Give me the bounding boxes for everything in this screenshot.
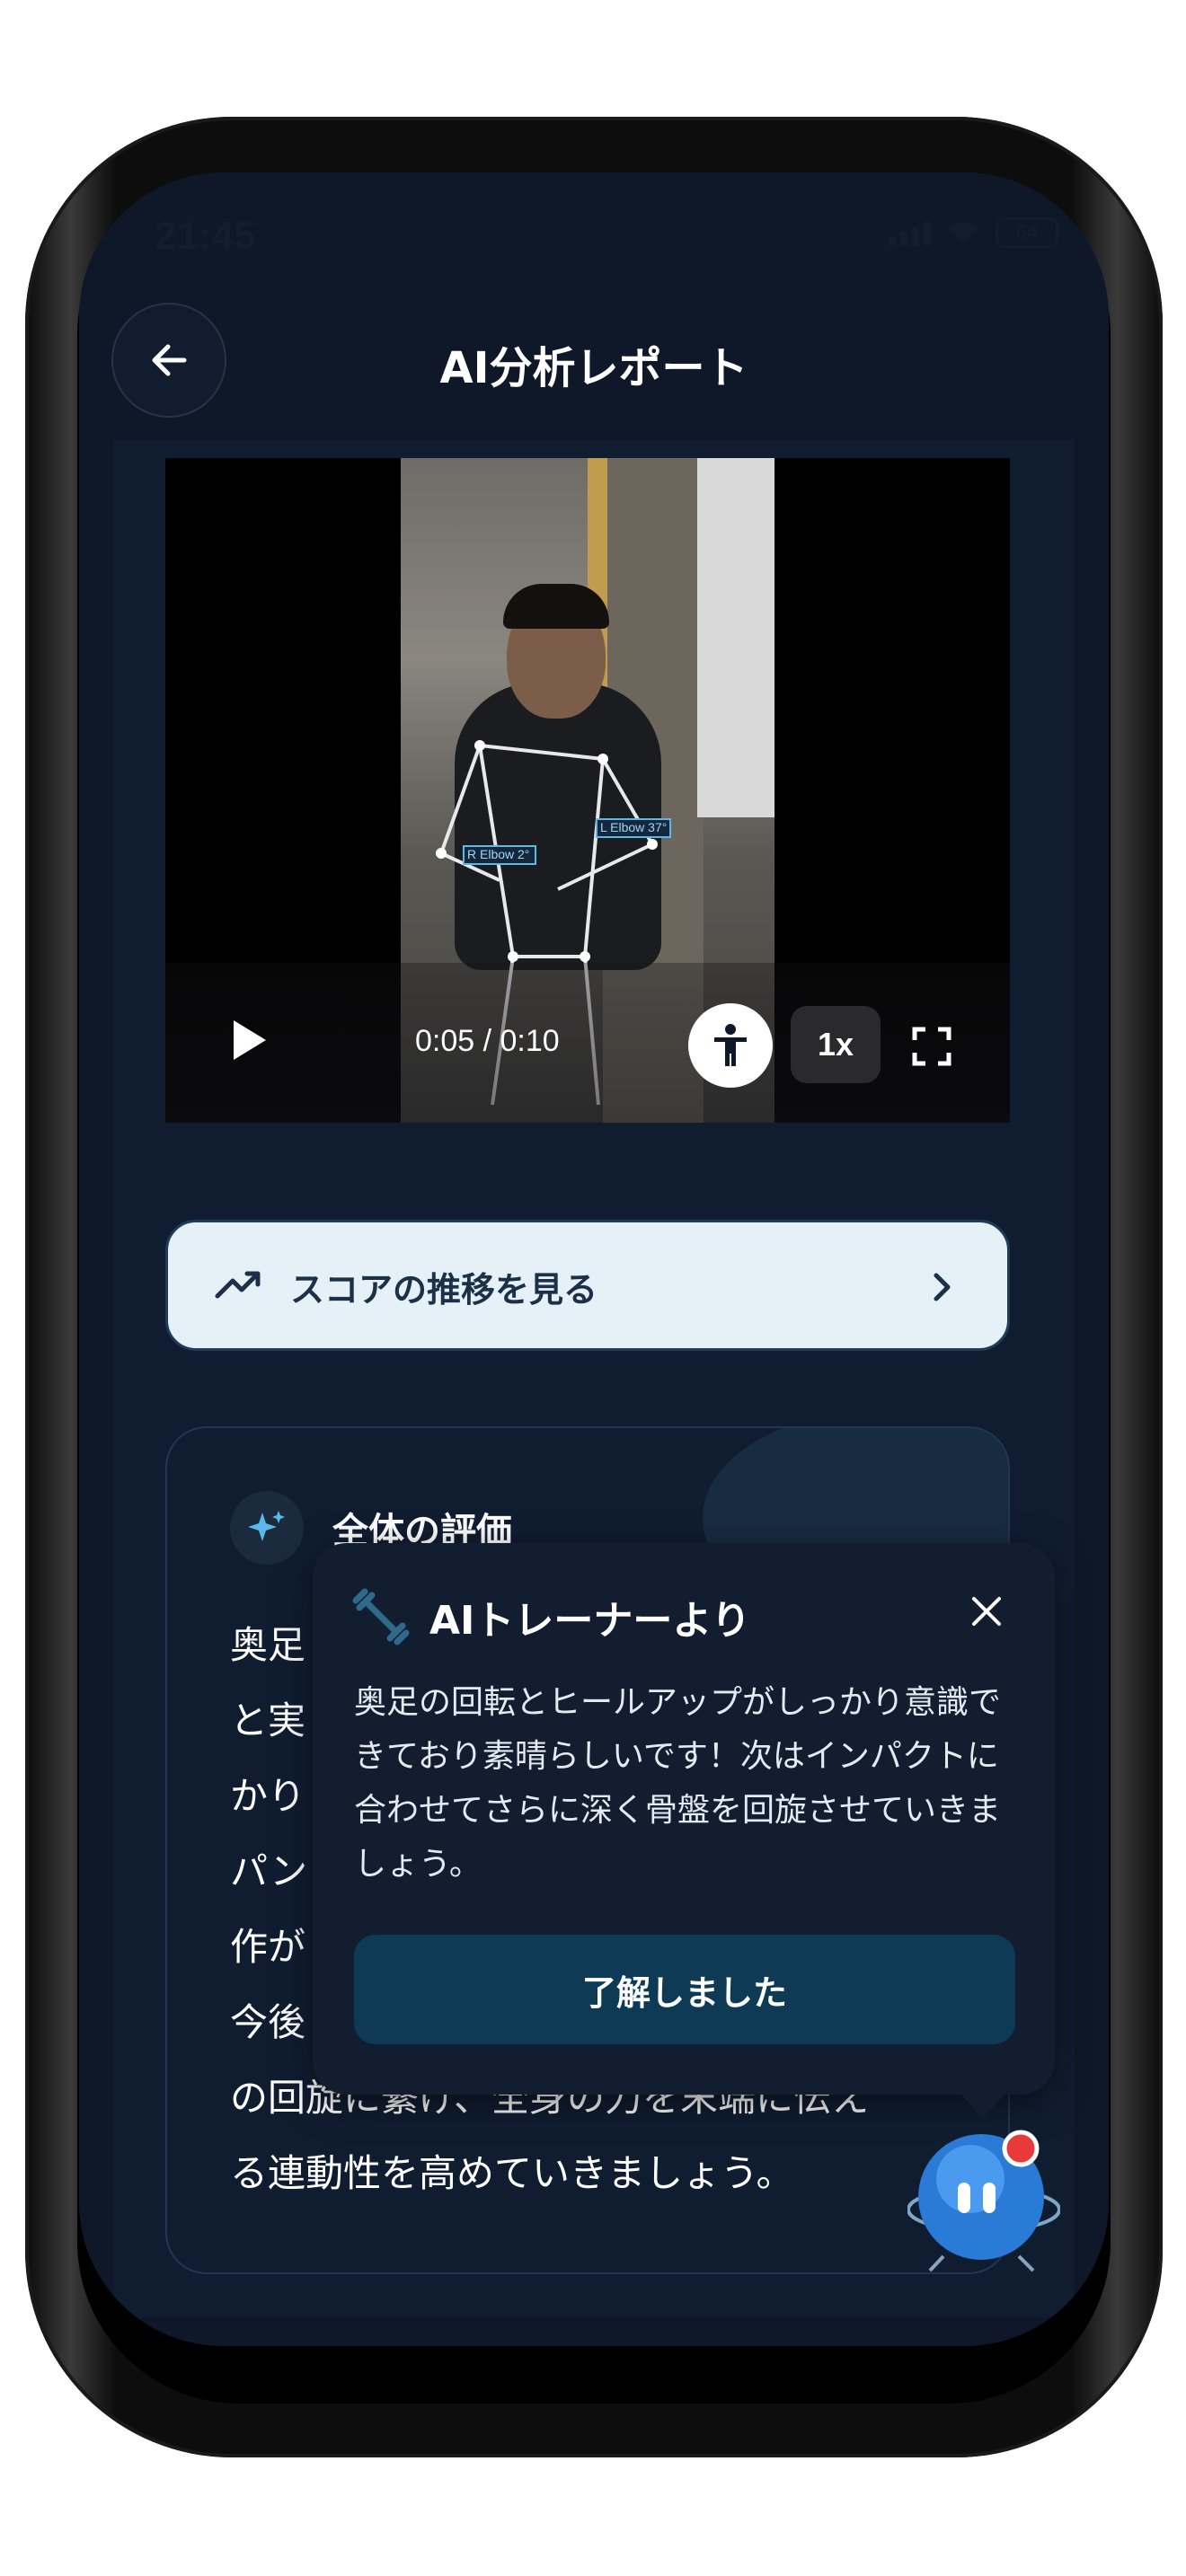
popup-title: AIトレーナーより	[429, 1598, 751, 1644]
dumbbell-icon	[352, 1588, 410, 1645]
ai-trainer-popup: AIトレーナーより 奥足の回転とヒールアップがしっかり意識できており素晴らしいで…	[313, 1543, 1055, 2118]
video-timecode: 0:05 / 0:10	[415, 1024, 560, 1058]
sparkle-icon	[230, 1491, 304, 1565]
pose-label-left: L Elbow 37°	[600, 820, 668, 834]
trending-up-icon	[215, 1271, 261, 1299]
score-trend-label: スコアの推移を見る	[290, 1270, 598, 1310]
video-player[interactable]: R Elbow 2° L Elbow 37° 0:05 / 0:10 1x	[165, 458, 1010, 1123]
status-bar: 21:45 64	[79, 172, 1109, 307]
video-controls: 0:05 / 0:10 1x	[165, 963, 1010, 1123]
popup-message: 奥足の回転とヒールアップがしっかり意識できており素晴らしいです！次はインパクトに…	[354, 1684, 1002, 1883]
battery-icon: 64	[996, 217, 1058, 248]
pose-toggle-button[interactable]	[688, 1003, 773, 1088]
page-title: AI分析レポート	[439, 343, 748, 393]
fullscreen-icon[interactable]	[911, 1026, 952, 1067]
signal-icon	[889, 219, 931, 246]
acknowledge-button[interactable]: 了解しました	[354, 1935, 1015, 2044]
score-trend-button[interactable]: スコアの推移を見る	[165, 1220, 1010, 1351]
person-icon	[714, 1024, 747, 1066]
play-icon[interactable]	[230, 1017, 270, 1063]
wifi-icon	[949, 222, 978, 244]
app-header: AI分析レポート	[79, 298, 1109, 451]
close-icon[interactable]	[970, 1595, 1003, 1628]
status-icons: 64	[889, 217, 1058, 248]
pose-label-right: R Elbow 2°	[467, 847, 530, 861]
evaluation-line: る連動性を高めていきましょう。	[230, 2151, 794, 2195]
ai-trainer-mascot-icon[interactable]	[907, 2120, 1060, 2272]
playback-speed-button[interactable]: 1x	[791, 1006, 881, 1083]
chevron-right-icon	[934, 1273, 951, 1301]
popup-tail	[960, 2093, 1006, 2118]
status-time: 21:45	[155, 214, 256, 258]
